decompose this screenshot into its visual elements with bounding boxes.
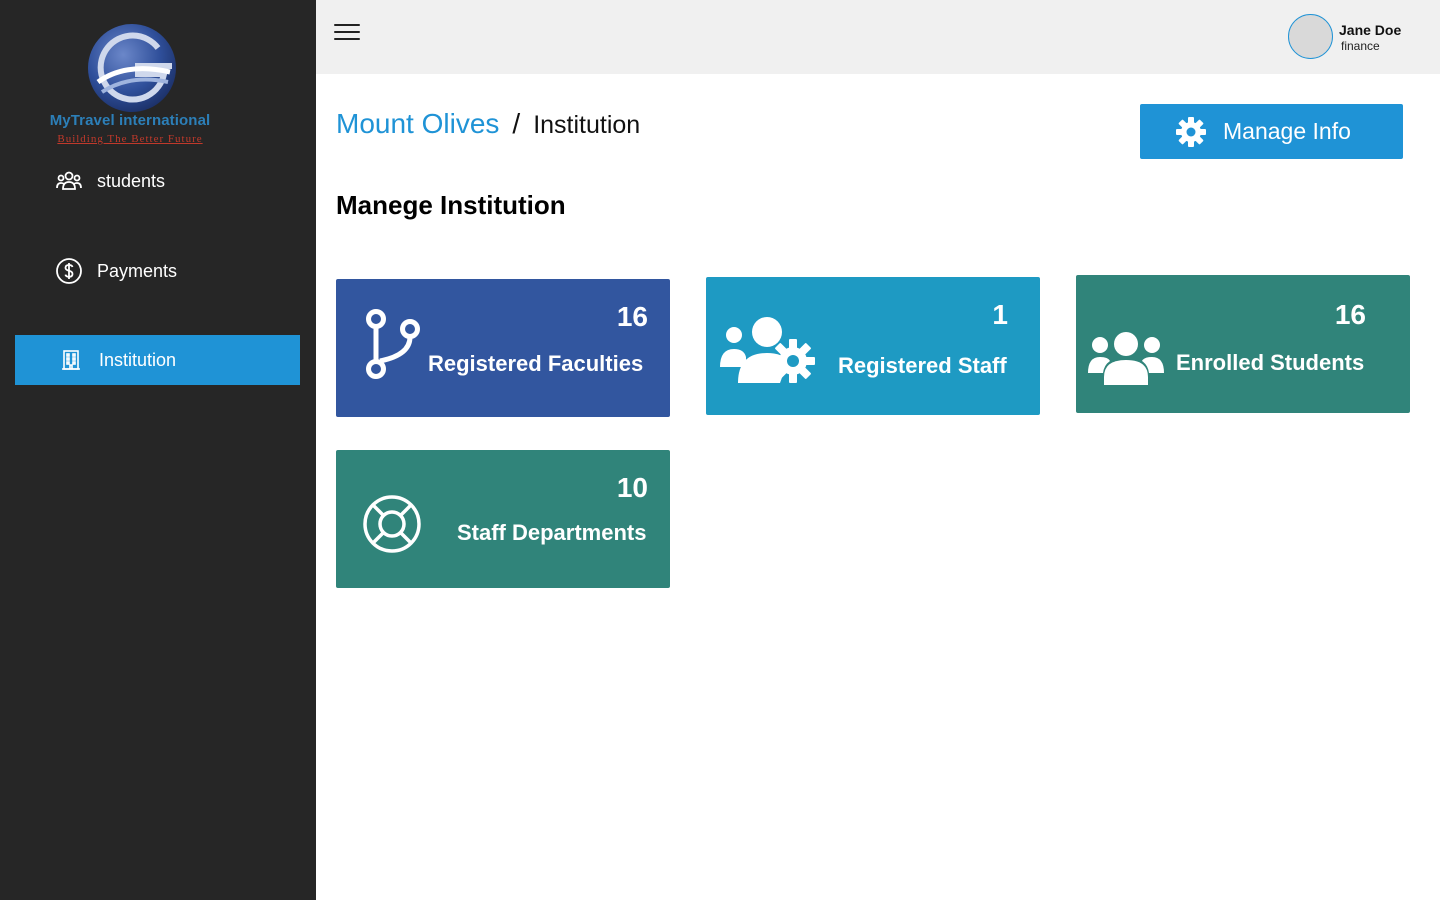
card-count: 10 [616,472,648,503]
manage-info-label: Manage Info [1223,118,1351,144]
hamburger-icon[interactable] [334,24,360,46]
sidebar-item-label: students [97,170,166,191]
card-label: Enrolled Students [1176,350,1365,375]
sidebar: MyTravel international Building The Bett… [0,0,316,900]
building-icon [57,346,85,374]
card-count: 16 [616,301,648,332]
card-label: Registered Staff [838,353,1007,378]
card-label: Registered Faculties [428,351,644,376]
users-gear-icon [720,317,815,383]
card-registered-faculties[interactable]: 16 Registered Faculties [336,279,670,417]
branch-icon [366,309,420,379]
users-icon [55,167,83,195]
top-bar: Jane Doe finance [316,0,1440,74]
manage-info-button[interactable]: Manage Info [1140,104,1403,159]
card-enrolled-students[interactable]: 16 Enrolled Students [1076,275,1410,413]
card-count: 1 [992,299,1008,330]
sidebar-item-label: Institution [99,349,177,370]
breadcrumb: Mount Olives / Institution [336,108,640,140]
user-group-icon [1088,332,1164,385]
brand-tagline: Building The Better Future [57,133,203,145]
user-name: Jane Doe [1339,22,1402,38]
brand-name: MyTravel international [49,112,211,129]
card-staff-departments[interactable]: 10 Staff Departments [336,450,670,588]
gear-icon [1176,116,1206,147]
sidebar-item-payments[interactable]: Payments [15,246,300,296]
sidebar-item-label: Payments [97,260,178,281]
card-registered-staff[interactable]: 1 Registered Staff [706,277,1040,415]
user-role: finance [1341,39,1380,53]
sidebar-item-institution[interactable]: Institution [15,335,300,385]
avatar[interactable] [1288,14,1333,59]
page-title: Manege Institution [336,190,566,220]
dollar-circle-icon [55,257,83,285]
card-label: Staff Departments [457,520,647,545]
card-count: 16 [1334,299,1366,330]
breadcrumb-parent-link[interactable]: Mount Olives [336,108,499,140]
breadcrumb-current: Institution [533,111,641,139]
breadcrumb-separator: / [512,108,521,139]
lifebuoy-icon [363,495,421,553]
brand-logo[interactable]: MyTravel international Building The Bett… [30,20,230,150]
logo-globe-icon [88,24,176,112]
sidebar-item-students[interactable]: students [15,156,300,206]
